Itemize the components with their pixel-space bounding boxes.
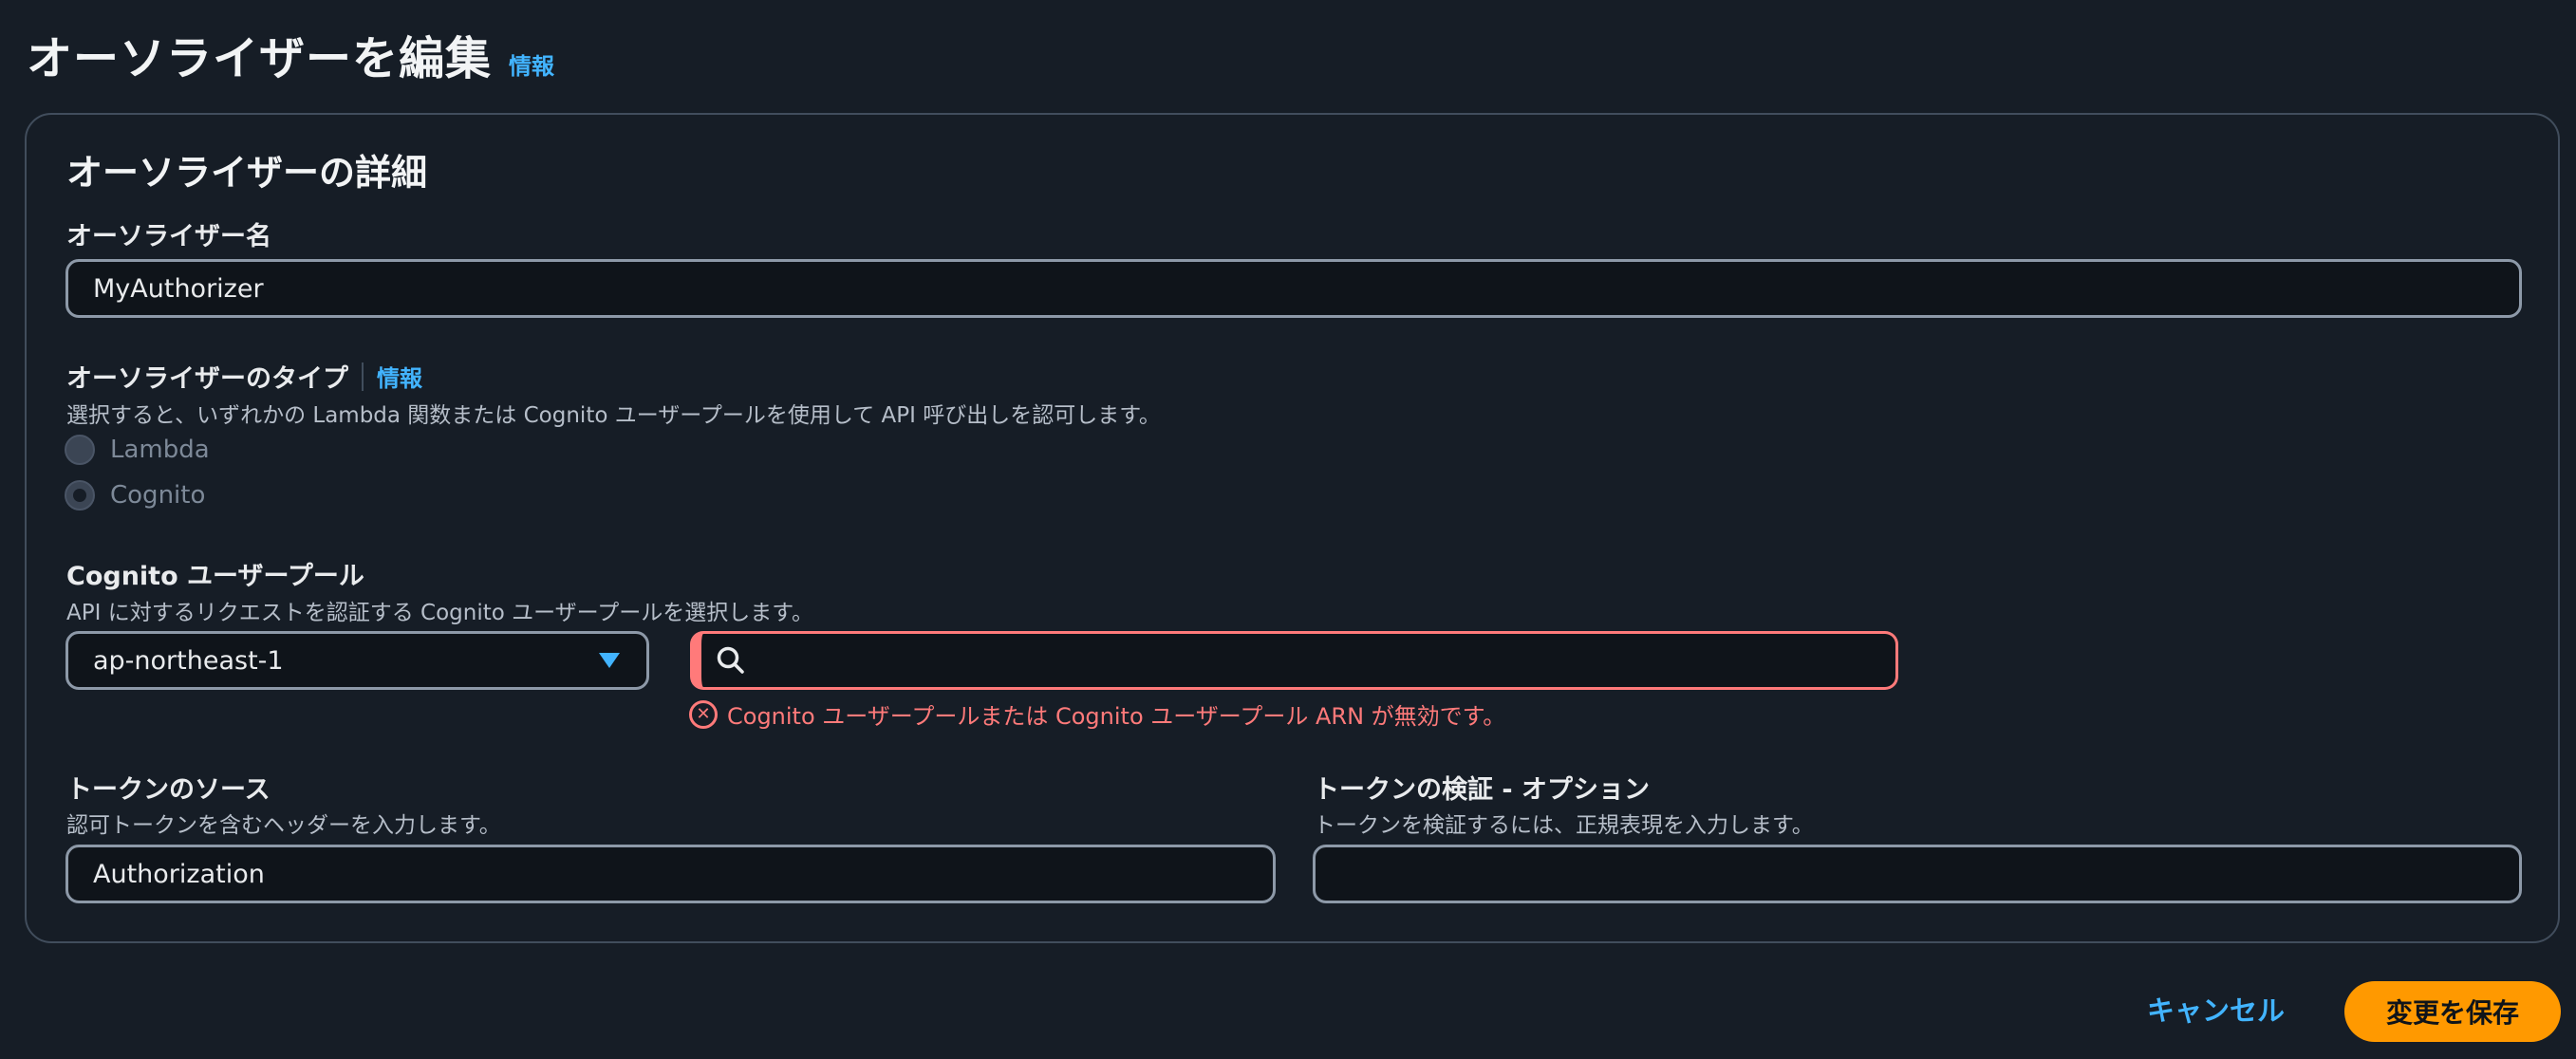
region-select[interactable]: ap-northeast-1: [65, 631, 649, 690]
authorizer-name-label-text: オーソライザー名: [66, 222, 271, 251]
authorizer-type-label: オーソライザーのタイプ 情報: [66, 358, 422, 395]
info-link[interactable]: 情報: [509, 47, 554, 81]
save-button[interactable]: 変更を保存: [2344, 981, 2561, 1042]
token-source-input[interactable]: Authorization: [65, 845, 1276, 903]
authorizer-type-label-text: オーソライザーのタイプ: [66, 364, 348, 394]
token-validation-description: トークンを検証するには、正規表現を入力します。: [1314, 813, 1814, 838]
page-title: オーソライザーを編集: [27, 32, 493, 85]
radio-cognito-label: Cognito: [110, 481, 206, 510]
token-validation-input[interactable]: [1313, 845, 2522, 903]
label-divider: [362, 362, 364, 391]
cancel-button[interactable]: キャンセル: [2147, 989, 2285, 1029]
section-title: オーソライザーの詳細: [66, 152, 428, 194]
token-source-description: 認可トークンを含むヘッダーを入力します。: [66, 813, 501, 838]
user-pool-error: ✕ Cognito ユーザープールまたは Cognito ユーザープール ARN…: [689, 697, 1505, 731]
token-source-label: トークンのソース: [66, 769, 271, 806]
user-pool-search-input[interactable]: [690, 631, 1898, 690]
radio-lambda-label: Lambda: [110, 436, 210, 464]
radio-lambda-control[interactable]: [65, 435, 95, 465]
caret-down-icon: [599, 653, 620, 668]
radio-cognito-control[interactable]: [65, 480, 95, 511]
token-source-value: Authorization: [93, 859, 265, 889]
radio-selected-dot: [73, 489, 86, 502]
error-icon: ✕: [689, 699, 718, 729]
authorizer-name-input[interactable]: MyAuthorizer: [65, 259, 2522, 318]
user-pool-label-text: Cognito ユーザープール: [66, 562, 364, 591]
authorizer-type-info-link[interactable]: 情報: [377, 360, 422, 393]
authorizer-details-panel: オーソライザーの詳細 オーソライザー名 MyAuthorizer オーソライザー…: [25, 113, 2560, 943]
token-validation-label: トークンの検証 - オプション: [1314, 769, 1650, 806]
region-select-value: ap-northeast-1: [93, 645, 284, 676]
user-pool-description: API に対するリクエストを認証する Cognito ユーザープールを選択します…: [66, 601, 813, 625]
authorizer-name-value: MyAuthorizer: [93, 273, 264, 304]
user-pool-error-text: Cognito ユーザープールまたは Cognito ユーザープール ARN が…: [727, 703, 1506, 730]
token-source-label-text: トークンのソース: [66, 775, 271, 805]
page-header: オーソライザーを編集 情報: [27, 21, 554, 87]
search-icon: [717, 646, 744, 674]
authorizer-type-description: 選択すると、いずれかの Lambda 関数または Cognito ユーザープール…: [66, 403, 1161, 428]
radio-lambda[interactable]: Lambda: [65, 435, 210, 465]
radio-cognito[interactable]: Cognito: [65, 480, 205, 511]
user-pool-label: Cognito ユーザープール: [66, 555, 364, 592]
token-validation-label-text: トークンの検証 - オプション: [1314, 775, 1651, 805]
authorizer-name-label: オーソライザー名: [66, 215, 271, 252]
